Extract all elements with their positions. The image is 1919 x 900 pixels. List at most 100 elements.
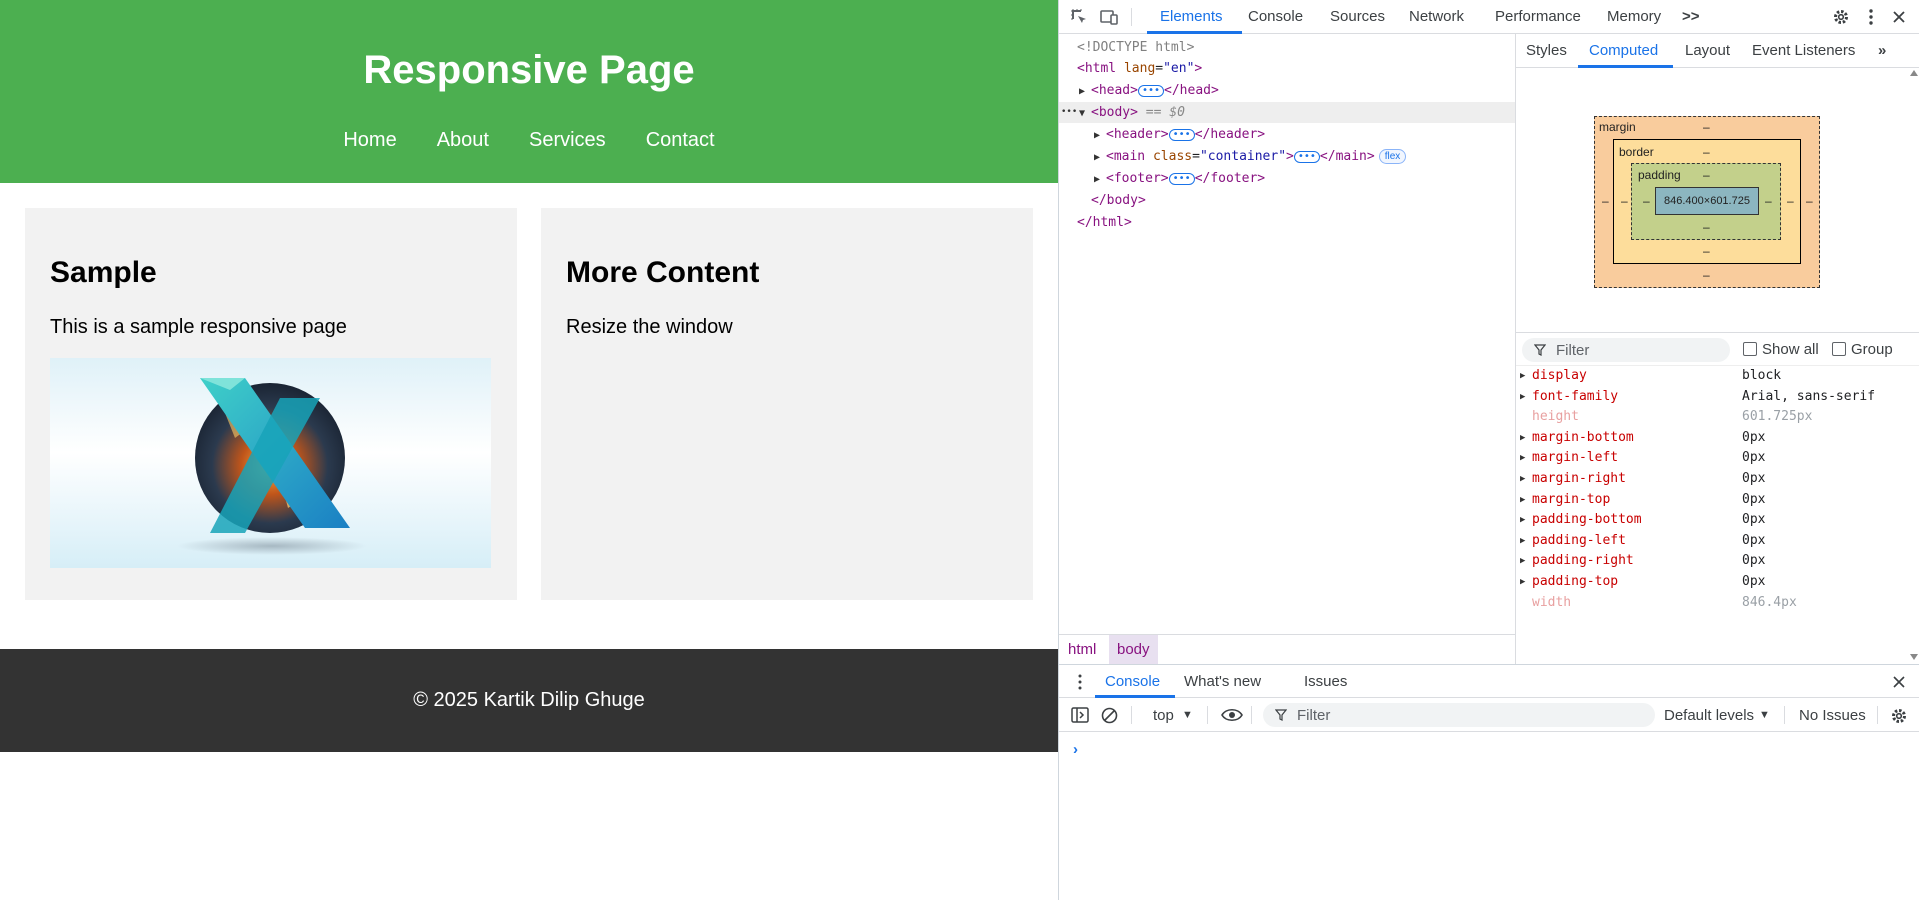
property-name: padding-right xyxy=(1532,553,1634,568)
issues-counter[interactable]: No Issues xyxy=(1799,707,1866,724)
breadcrumb-html[interactable]: html xyxy=(1060,635,1104,664)
scroll-down-icon[interactable] xyxy=(1910,654,1918,660)
device-toolbar-icon[interactable] xyxy=(1097,5,1121,29)
property-value: 0px xyxy=(1742,533,1766,548)
scroll-up-icon[interactable] xyxy=(1910,70,1918,76)
expand-caret-icon: ▶ xyxy=(1079,86,1086,97)
dom-node-main[interactable]: ▶ <main class="container"> ••• </main> flex xyxy=(1059,146,1515,167)
flex-badge[interactable]: flex xyxy=(1378,149,1407,164)
computed-property-row[interactable]: ▶ display block xyxy=(1516,366,1911,386)
computed-property-row[interactable]: ▶ padding-right 0px xyxy=(1516,551,1911,571)
expand-caret-icon[interactable]: ▶ xyxy=(1520,510,1525,530)
card-heading: More Content xyxy=(566,256,760,289)
clear-console-icon[interactable] xyxy=(1101,707,1118,724)
property-value: 601.725px xyxy=(1742,409,1813,424)
close-devtools-icon[interactable] xyxy=(1887,5,1911,29)
computed-property-row[interactable]: ▶ padding-bottom 0px xyxy=(1516,510,1911,530)
breadcrumb-body[interactable]: body xyxy=(1109,635,1158,664)
tab-network[interactable]: Network xyxy=(1409,8,1464,25)
console-settings-icon[interactable] xyxy=(1890,707,1908,725)
more-tabs-icon[interactable]: >> xyxy=(1682,8,1700,25)
nav-link-home[interactable]: Home xyxy=(343,129,396,152)
property-name: height xyxy=(1532,409,1579,424)
dom-node-head[interactable]: ▶ <head> ••• </head> xyxy=(1059,80,1515,101)
computed-property-row[interactable]: ▶ margin-right 0px xyxy=(1516,469,1911,489)
dom-node-doctype[interactable]: <!DOCTYPE html> xyxy=(1059,37,1515,58)
nav-link-about[interactable]: About xyxy=(437,129,489,152)
expand-caret-icon[interactable]: ▶ xyxy=(1520,572,1525,592)
expand-caret-icon[interactable]: ▶ xyxy=(1520,490,1525,510)
drawer-menu-icon[interactable] xyxy=(1078,674,1082,690)
close-drawer-icon[interactable] xyxy=(1893,676,1905,688)
expand-caret-icon[interactable]: ▶ xyxy=(1520,448,1525,468)
console-prompt[interactable]: › xyxy=(1073,741,1078,758)
tab-console[interactable]: Console xyxy=(1248,8,1303,25)
site-header: Responsive Page Home About Services Cont… xyxy=(0,0,1058,183)
globe-x-logo-image xyxy=(177,378,367,555)
expand-caret-icon[interactable]: ▶ xyxy=(1520,531,1525,551)
nav-link-services[interactable]: Services xyxy=(529,129,606,152)
filter-icon xyxy=(1534,344,1546,356)
breadcrumb: html body xyxy=(1059,634,1515,664)
settings-gear-icon[interactable] xyxy=(1829,5,1853,29)
expand-caret-icon[interactable]: ▶ xyxy=(1520,428,1525,448)
expand-caret-icon[interactable]: ▶ xyxy=(1520,366,1525,386)
box-model-diagram: margin – – – – border – – – – padding – … xyxy=(1594,116,1820,288)
computed-property-row[interactable]: ▶ margin-top 0px xyxy=(1516,490,1911,510)
tab-sources[interactable]: Sources xyxy=(1330,8,1385,25)
computed-property-row[interactable]: ▶ padding-top 0px xyxy=(1516,572,1911,592)
property-value: 0px xyxy=(1742,471,1766,486)
devtools-panel: Elements Console Sources Network Perform… xyxy=(1058,0,1919,900)
tab-performance[interactable]: Performance xyxy=(1495,8,1581,25)
card-text: This is a sample responsive page xyxy=(50,316,347,338)
chevron-down-icon[interactable]: ▼ xyxy=(1759,709,1770,721)
computed-filter-input[interactable]: Filter xyxy=(1522,338,1730,362)
show-all-label: Show all xyxy=(1762,341,1819,358)
computed-property-row[interactable]: width 846.4px xyxy=(1516,593,1911,613)
property-value: 0px xyxy=(1742,574,1766,589)
expand-caret-icon[interactable]: ▶ xyxy=(1520,387,1525,407)
dom-node-body-close[interactable]: </body> xyxy=(1059,190,1515,211)
more-options-icon[interactable] xyxy=(1859,5,1883,29)
tab-computed[interactable]: Computed xyxy=(1589,42,1658,59)
drawer-tab-console[interactable]: Console xyxy=(1105,673,1160,690)
drawer-tab-issues[interactable]: Issues xyxy=(1304,673,1347,690)
content-card: Sample This is a sample responsive page xyxy=(25,208,517,600)
chevron-down-icon[interactable]: ▼ xyxy=(1182,709,1193,721)
devtools-toolbar: Elements Console Sources Network Perform… xyxy=(1059,0,1919,34)
expand-caret-icon[interactable]: ▶ xyxy=(1520,469,1525,489)
tab-event-listeners[interactable]: Event Listeners xyxy=(1752,42,1855,59)
dom-node-header[interactable]: ▶ <header> ••• </header> xyxy=(1059,124,1515,145)
dom-node-html[interactable]: <html lang="en"> xyxy=(1059,58,1515,79)
dom-node-html-close[interactable]: </html> xyxy=(1059,212,1515,233)
console-drawer: Console What's new Issues top ▼ Filter D… xyxy=(1059,664,1919,900)
nav-link-contact[interactable]: Contact xyxy=(646,129,715,152)
tab-memory[interactable]: Memory xyxy=(1607,8,1661,25)
inspect-element-icon[interactable] xyxy=(1067,5,1091,29)
console-filter-input[interactable]: Filter xyxy=(1263,703,1655,727)
expand-caret-icon: ▶ xyxy=(1094,174,1101,185)
group-checkbox[interactable] xyxy=(1832,342,1846,356)
sidebar-toggle-icon[interactable] xyxy=(1071,707,1089,723)
dom-tree: <!DOCTYPE html> <html lang="en"> ▶ <head>… xyxy=(1059,34,1515,634)
show-all-checkbox[interactable] xyxy=(1743,342,1757,356)
expand-caret-icon[interactable]: ▶ xyxy=(1520,551,1525,571)
log-levels-dropdown[interactable]: Default levels xyxy=(1664,707,1754,724)
computed-property-row[interactable]: ▶ margin-bottom 0px xyxy=(1516,428,1911,448)
tab-styles[interactable]: Styles xyxy=(1526,42,1567,59)
box-model-content[interactable]: 846.400×601.725 xyxy=(1655,187,1759,215)
property-value: 0px xyxy=(1742,553,1766,568)
eye-icon[interactable] xyxy=(1221,708,1243,722)
tab-elements[interactable]: Elements xyxy=(1160,8,1223,25)
tab-layout[interactable]: Layout xyxy=(1685,42,1730,59)
computed-property-row[interactable]: ▶ font-family Arial, sans-serif xyxy=(1516,387,1911,407)
more-side-tabs-icon[interactable]: » xyxy=(1878,42,1886,59)
dom-node-body-selected[interactable]: ••• ▼ <body> == $0 xyxy=(1059,102,1515,123)
dom-node-footer[interactable]: ▶ <footer> ••• </footer> xyxy=(1059,168,1515,189)
computed-property-row[interactable]: height 601.725px xyxy=(1516,407,1911,427)
computed-property-row[interactable]: ▶ padding-left 0px xyxy=(1516,531,1911,551)
computed-property-row[interactable]: ▶ margin-left 0px xyxy=(1516,448,1911,468)
drawer-tabs: Console What's new Issues xyxy=(1059,665,1919,698)
context-selector[interactable]: top xyxy=(1153,707,1174,724)
drawer-tab-whats-new[interactable]: What's new xyxy=(1184,673,1261,690)
